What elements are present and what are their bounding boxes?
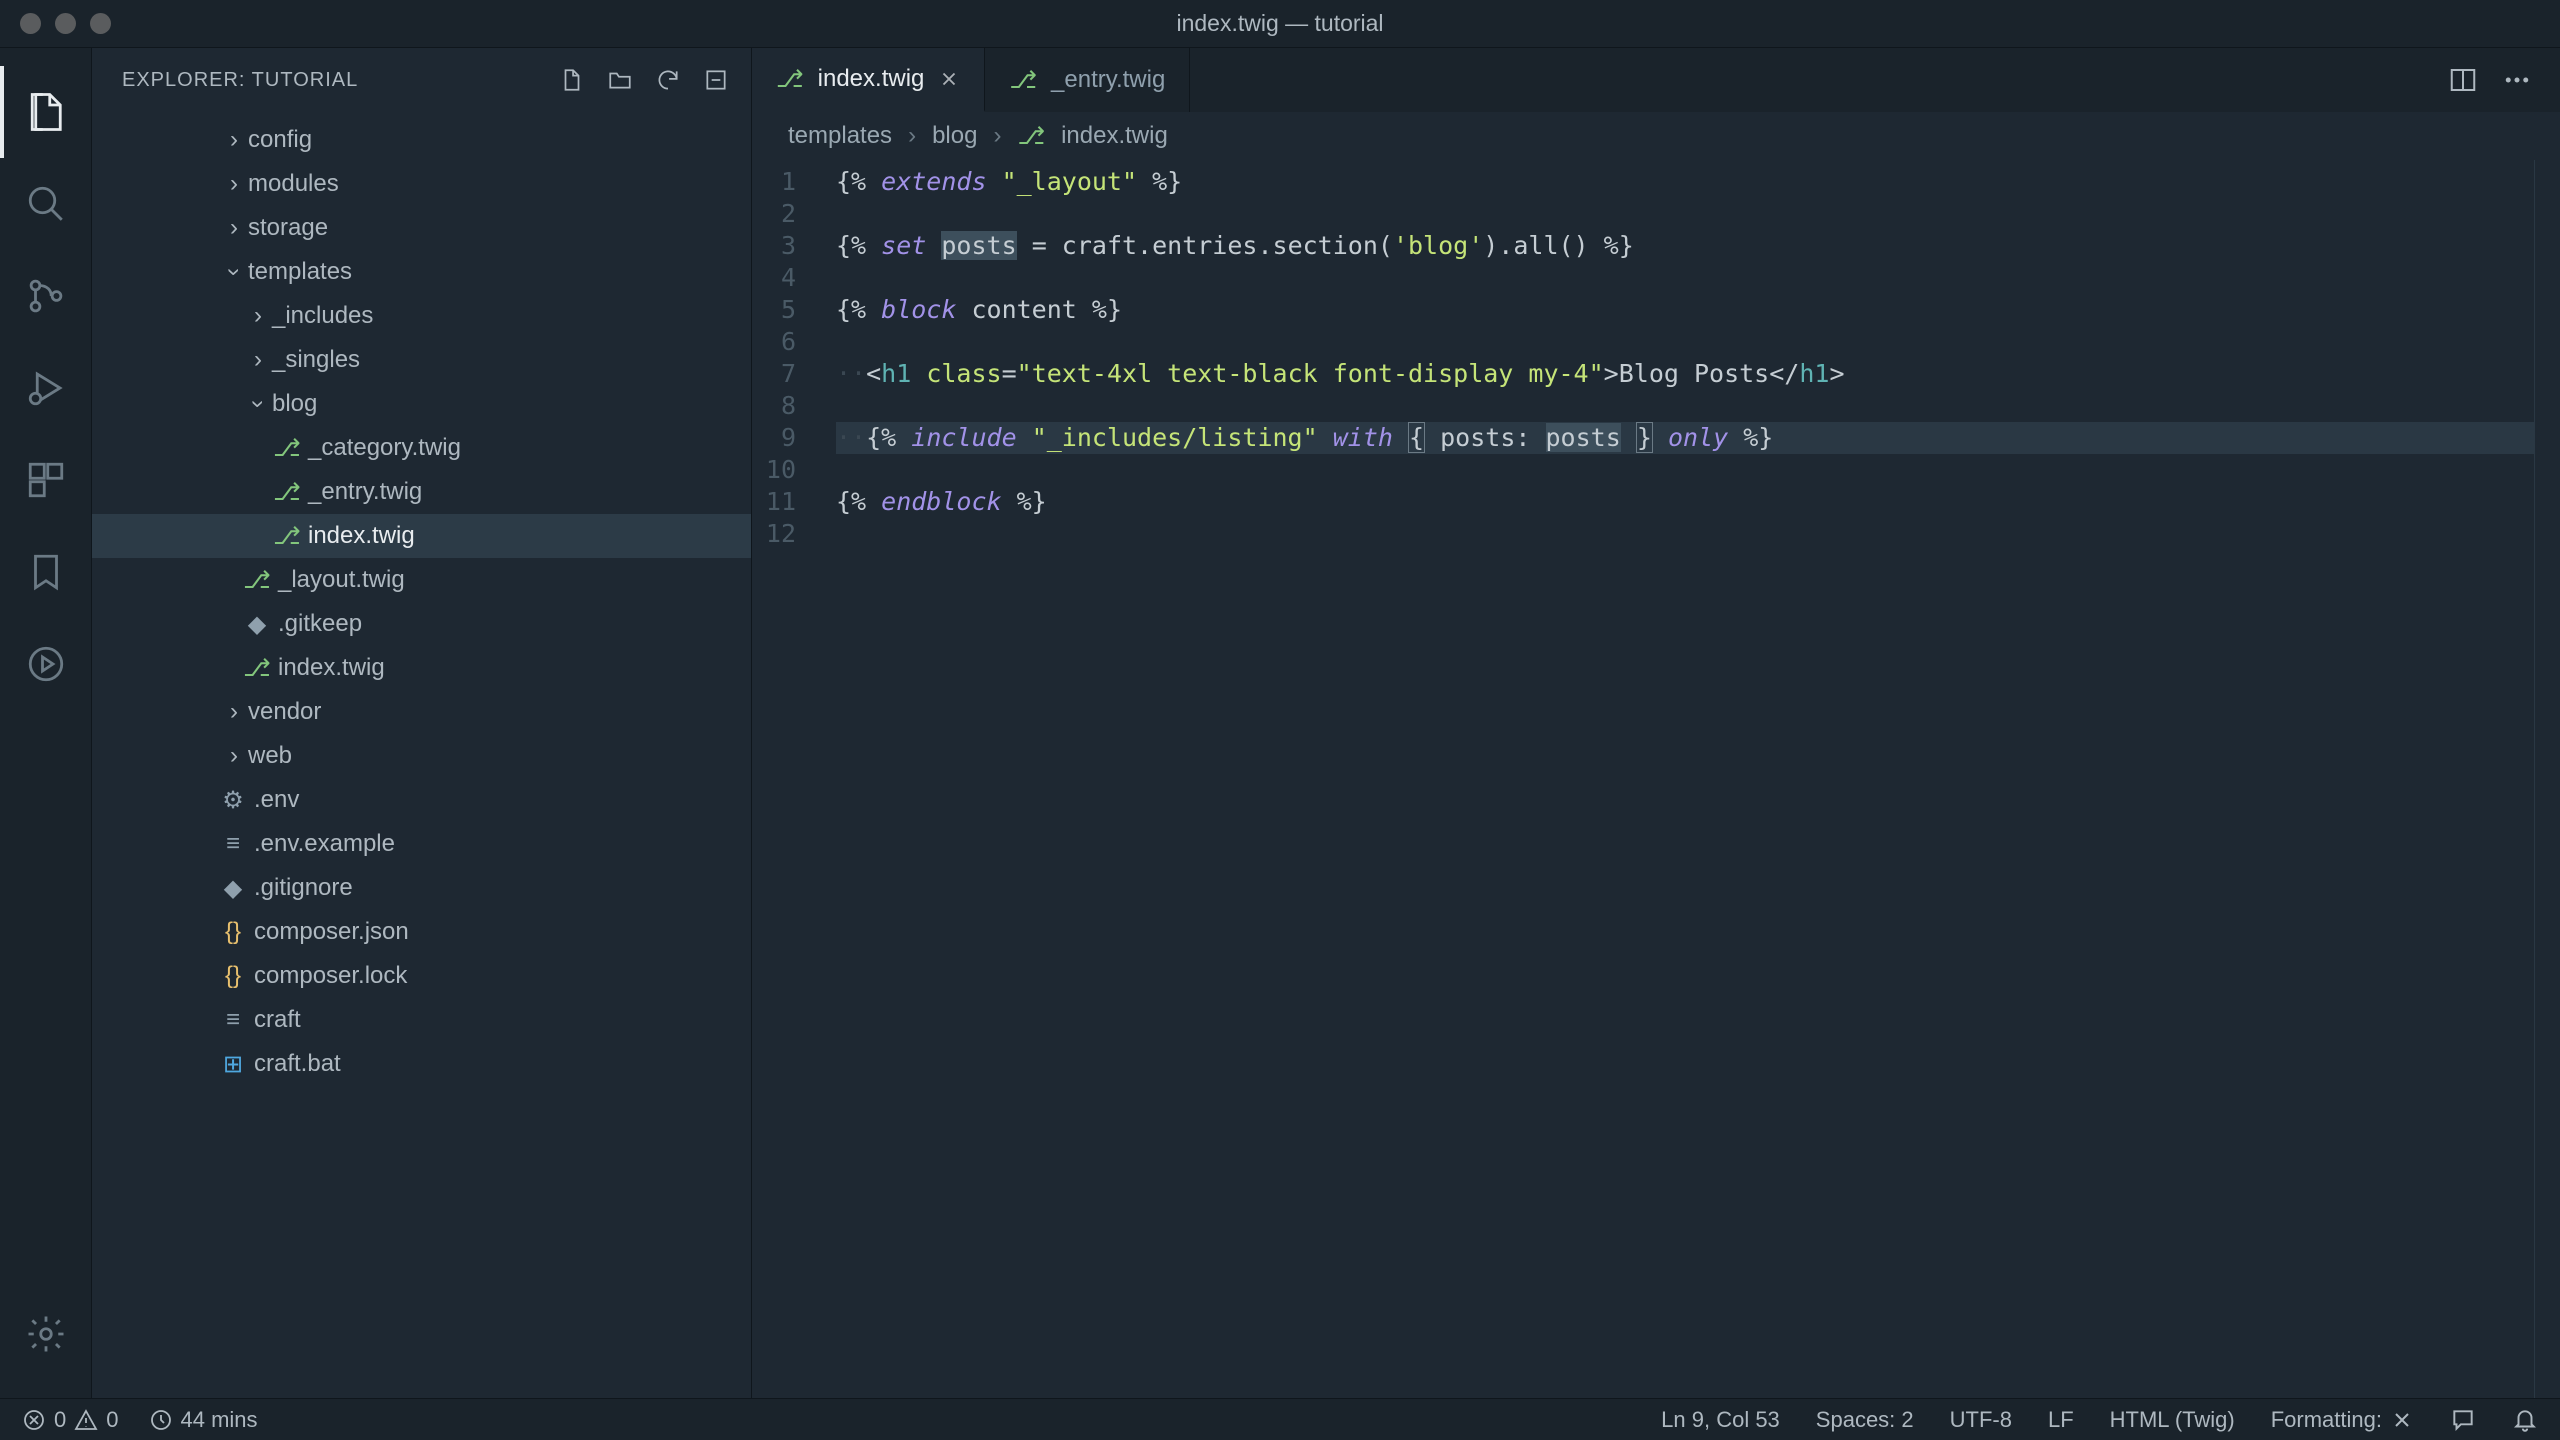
file-gitignore[interactable]: ◆.gitignore: [92, 866, 751, 910]
folder-blog[interactable]: ›blog: [92, 382, 751, 426]
editor-tabs: ⎇ index.twig ⎇ _entry.twig: [752, 48, 2560, 112]
status-time[interactable]: 44 mins: [149, 1407, 258, 1433]
status-language[interactable]: HTML (Twig): [2110, 1407, 2235, 1433]
breadcrumb-item[interactable]: blog: [932, 122, 977, 150]
activity-bar: [0, 48, 92, 1398]
breadcrumb-item[interactable]: templates: [788, 122, 892, 150]
window-title: index.twig — tutorial: [1176, 10, 1383, 37]
file-entry-twig[interactable]: ⎇_entry.twig: [92, 470, 751, 514]
collapse-icon[interactable]: [703, 67, 729, 93]
status-spaces[interactable]: Spaces: 2: [1816, 1407, 1914, 1433]
explorer-sidebar: EXPLORER: TUTORIAL ›config ›modules ›sto…: [92, 48, 752, 1398]
file-layout-twig[interactable]: ⎇_layout.twig: [92, 558, 751, 602]
folder-web[interactable]: ›web: [92, 734, 751, 778]
chevron-right-icon: ›: [993, 122, 1001, 150]
tab-label: _entry.twig: [1051, 66, 1165, 94]
new-file-icon[interactable]: [559, 67, 585, 93]
folder-singles[interactable]: ›_singles: [92, 338, 751, 382]
folder-modules[interactable]: ›modules: [92, 162, 751, 206]
folder-storage[interactable]: ›storage: [92, 206, 751, 250]
refresh-icon[interactable]: [655, 67, 681, 93]
minimize-window-icon[interactable]: [55, 13, 76, 34]
debug-icon[interactable]: [0, 342, 92, 434]
file-composer-lock[interactable]: {}composer.lock: [92, 954, 751, 998]
file-index-twig-blog[interactable]: ⎇index.twig: [92, 514, 751, 558]
file-composer-json[interactable]: {}composer.json: [92, 910, 751, 954]
status-formatting[interactable]: Formatting:: [2271, 1407, 2414, 1433]
more-actions-icon[interactable]: [2502, 65, 2532, 95]
feedback-icon[interactable]: [2450, 1407, 2476, 1433]
file-craft-bat[interactable]: ⊞craft.bat: [92, 1042, 751, 1086]
minimap[interactable]: [2534, 160, 2560, 1398]
file-category-twig[interactable]: ⎇_category.twig: [92, 426, 751, 470]
source-control-icon[interactable]: [0, 250, 92, 342]
new-folder-icon[interactable]: [607, 67, 633, 93]
status-eol[interactable]: LF: [2048, 1407, 2074, 1433]
line-numbers: 123 456 789 101112: [752, 160, 836, 1398]
split-editor-icon[interactable]: [2448, 65, 2478, 95]
folder-vendor[interactable]: ›vendor: [92, 690, 751, 734]
title-bar: index.twig — tutorial: [0, 0, 2560, 48]
file-tree: ›config ›modules ›storage ›templates ›_i…: [92, 112, 751, 1398]
extensions-icon[interactable]: [0, 434, 92, 526]
folder-templates[interactable]: ›templates: [92, 250, 751, 294]
tab-label: index.twig: [818, 65, 925, 93]
status-position[interactable]: Ln 9, Col 53: [1661, 1407, 1780, 1433]
bell-icon[interactable]: [2512, 1407, 2538, 1433]
settings-icon[interactable]: [0, 1288, 92, 1380]
live-share-icon[interactable]: [0, 618, 92, 710]
twig-file-icon: ⎇: [1017, 122, 1045, 151]
status-bar: 0 0 44 mins Ln 9, Col 53 Spaces: 2 UTF-8…: [0, 1398, 2560, 1440]
tab-index-twig[interactable]: ⎇ index.twig: [752, 48, 985, 112]
file-index-twig[interactable]: ⎇index.twig: [92, 646, 751, 690]
twig-file-icon: ⎇: [1009, 66, 1037, 95]
status-errors[interactable]: 0 0: [22, 1407, 119, 1433]
chevron-right-icon: ›: [908, 122, 916, 150]
status-encoding[interactable]: UTF-8: [1950, 1407, 2012, 1433]
file-env-example[interactable]: ≡.env.example: [92, 822, 751, 866]
folder-includes[interactable]: ›_includes: [92, 294, 751, 338]
close-window-icon[interactable]: [20, 13, 41, 34]
search-icon[interactable]: [0, 158, 92, 250]
file-gitkeep[interactable]: ◆.gitkeep: [92, 602, 751, 646]
close-tab-icon[interactable]: [938, 68, 960, 90]
twig-file-icon: ⎇: [776, 65, 804, 94]
folder-config[interactable]: ›config: [92, 118, 751, 162]
maximize-window-icon[interactable]: [90, 13, 111, 34]
file-env[interactable]: ⚙.env: [92, 778, 751, 822]
bookmark-icon[interactable]: [0, 526, 92, 618]
tab-entry-twig[interactable]: ⎇ _entry.twig: [985, 48, 1190, 112]
file-craft[interactable]: ≡craft: [92, 998, 751, 1042]
breadcrumb-item[interactable]: index.twig: [1061, 122, 1168, 150]
explorer-icon[interactable]: [0, 66, 92, 158]
code-editor[interactable]: 123 456 789 101112 {% extends "_layout" …: [752, 160, 2560, 1398]
explorer-title: EXPLORER: TUTORIAL: [122, 69, 358, 92]
breadcrumb[interactable]: templates › blog › ⎇ index.twig: [752, 112, 2560, 160]
